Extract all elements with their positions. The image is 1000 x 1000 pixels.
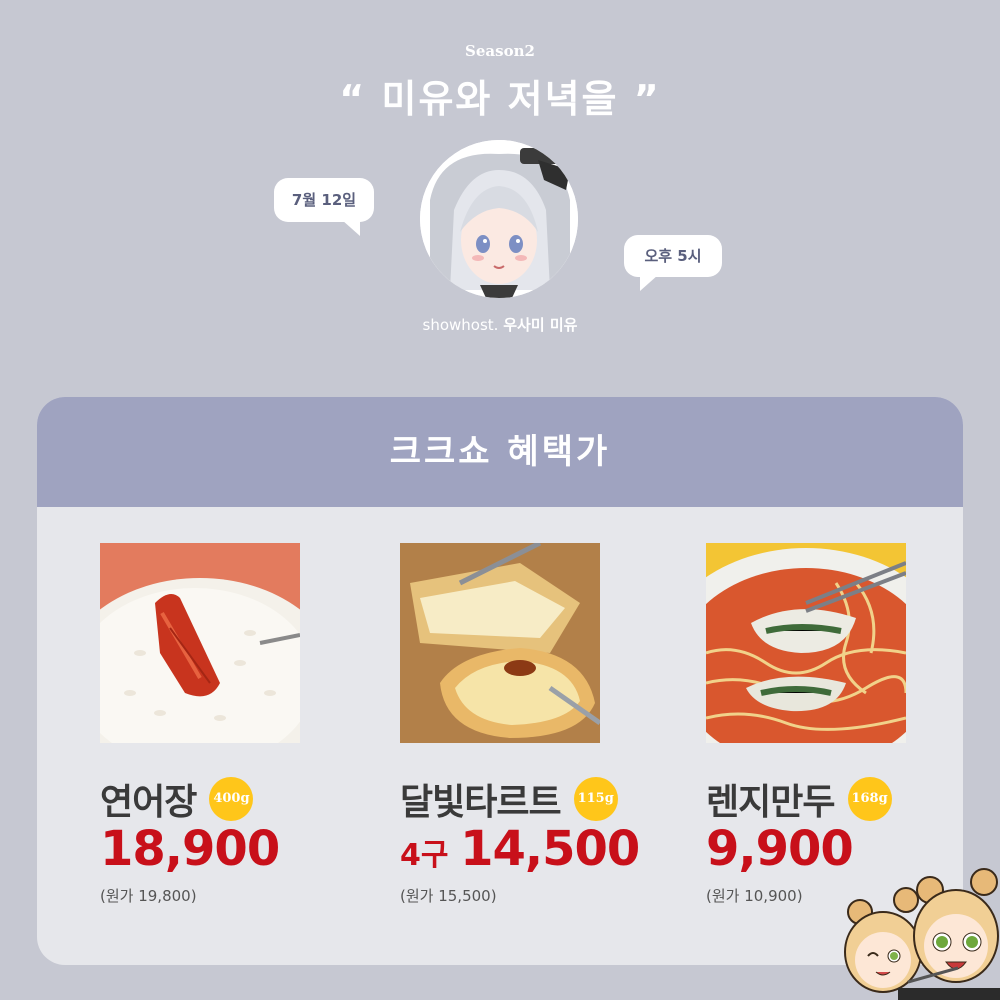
- host-caption: showhost. 우사미 미유: [0, 314, 1000, 335]
- price-prefix: 4구: [400, 838, 449, 873]
- date-text: 7월 12일: [291, 191, 357, 209]
- product-name: 연어장: [100, 782, 197, 823]
- original-price: (원가 15,500): [400, 887, 497, 905]
- host-name: 우사미 미유: [503, 316, 578, 334]
- date-bubble: 7월 12일: [274, 178, 374, 236]
- product-image-tart: [400, 543, 600, 743]
- season-label: Season2: [465, 42, 535, 60]
- weight-badge: 400g: [209, 777, 254, 821]
- weight-badge: 115g: [573, 777, 618, 821]
- product-name: 렌지만두: [706, 782, 835, 823]
- price: 18,900: [100, 821, 280, 877]
- product-name: 달빛타르트: [400, 782, 562, 823]
- weight-badge: 168g: [847, 777, 892, 821]
- host-avatar: [420, 140, 578, 298]
- deal-card: 크크쇼 혜택가 연어장 400g 18,900 (원가 19,800) 달빛타르…: [37, 397, 963, 965]
- card-title: 크크쇼 혜택가: [37, 397, 963, 507]
- product-image-dumpling: [706, 543, 906, 743]
- mascot-illustration: [844, 868, 1000, 1000]
- original-price: (원가 19,800): [100, 887, 197, 905]
- product-item[interactable]: 달빛타르트 115g 4구 14,500 (원가 15,500): [400, 543, 640, 905]
- host-prefix: showhost.: [422, 316, 499, 334]
- product-item[interactable]: 렌지만두 168g 9,900 (원가 10,900): [706, 543, 936, 905]
- time-text: 오후 5시: [644, 247, 702, 265]
- price: 14,500: [460, 821, 640, 877]
- original-price: (원가 10,900): [706, 887, 803, 905]
- page-title: “ 미유와 저녁을 ”: [339, 77, 661, 121]
- price: 9,900: [706, 821, 854, 877]
- time-bubble: 오후 5시: [624, 235, 722, 291]
- product-item[interactable]: 연어장 400g 18,900 (원가 19,800): [100, 543, 330, 905]
- product-image-salmon: [100, 543, 300, 743]
